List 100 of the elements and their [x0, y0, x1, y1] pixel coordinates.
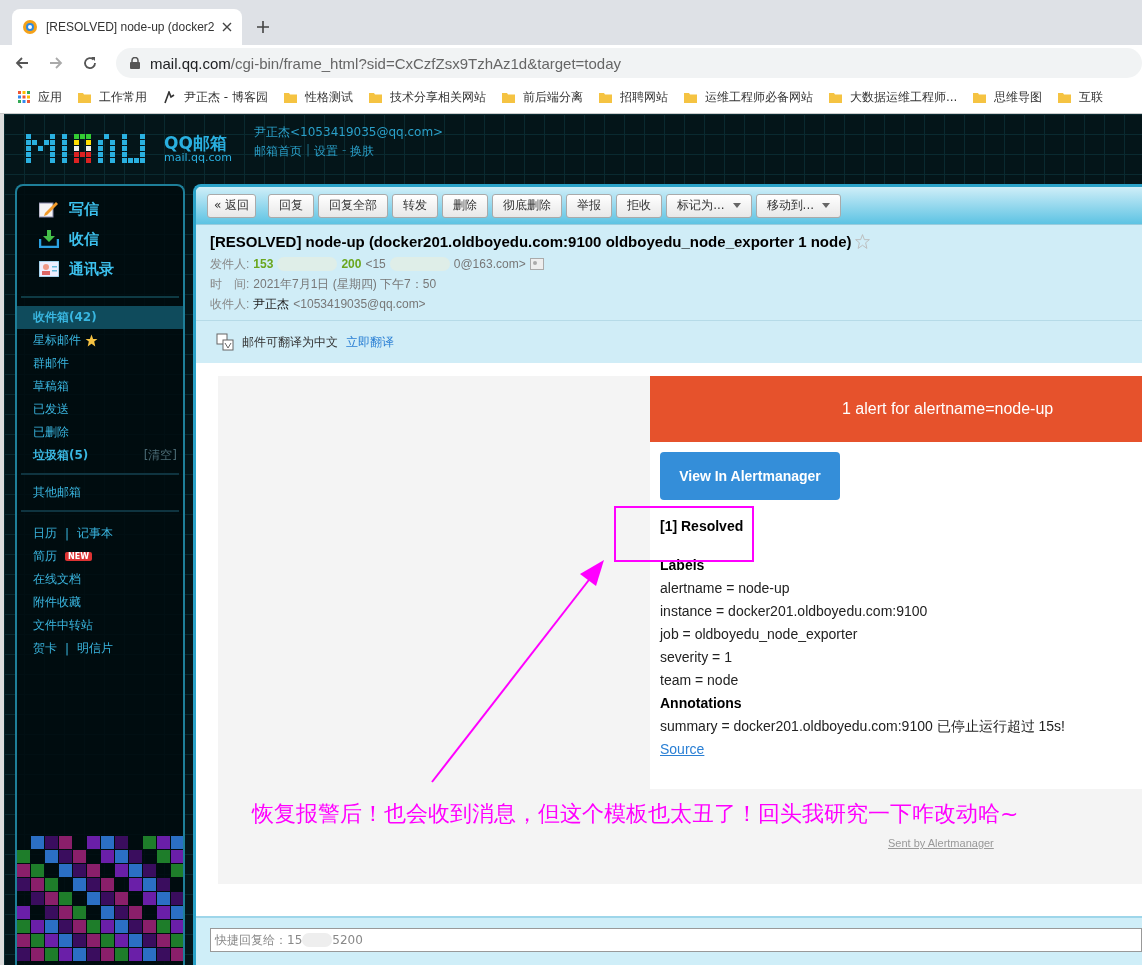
header-link[interactable]: 换肤: [350, 143, 375, 160]
toolbar-button[interactable]: 回复全部: [318, 193, 389, 218]
annotation-line: summary = docker201.oldboyedu.com:9100 已停止运行超过 15s!: [660, 717, 1066, 736]
sidebar-action[interactable]: 写信: [39, 194, 179, 224]
bookmark[interactable]: 工作常用: [78, 88, 147, 106]
folder-icon: [828, 90, 842, 104]
sidebar-action[interactable]: 收信: [39, 224, 179, 254]
bookmark[interactable]: 招聘网站: [598, 88, 668, 106]
sidebar-link[interactable]: 日历: [33, 525, 57, 542]
lock-icon: [130, 57, 140, 69]
address-bar[interactable]: mail.qq.com/cgi-bin/frame_html?sid=CxCzfZsx9TzhAz1d&target=today: [116, 48, 1142, 78]
reload-icon[interactable]: [82, 55, 98, 71]
toolbar-button[interactable]: 拒收: [616, 193, 663, 218]
header-separator: |: [306, 143, 311, 159]
recipient-name: 尹正杰: [253, 295, 290, 313]
brand-domain: mail.qq.com: [164, 152, 233, 164]
label-line: severity = 1: [660, 648, 733, 667]
new-badge: NEW: [65, 552, 92, 561]
toolbar-button[interactable]: « 返回: [207, 193, 257, 218]
alert-banner: 1 alert for alertname=node-up: [650, 376, 1142, 442]
folder-item[interactable]: 草稿箱: [17, 375, 183, 398]
header-separator: -: [342, 143, 347, 159]
sidebar-link[interactable]: 记事本: [77, 525, 114, 542]
url-text: mail.qq.com/cgi-bin/frame_html?sid=CxCzfZsx9TzhAz1d&target=today: [150, 54, 622, 72]
folder-item[interactable]: 星标邮件: [17, 329, 183, 352]
site-logo-icon: [163, 90, 176, 104]
folder-icon: [1058, 90, 1072, 104]
bookmark[interactable]: 运维工程师必备网站: [683, 88, 813, 106]
label-line: team = node: [660, 671, 740, 690]
bookmark[interactable]: 思维导图: [973, 88, 1043, 106]
folder-item[interactable]: 已发送: [17, 398, 183, 421]
star-outline-icon[interactable]: [854, 234, 870, 249]
toolbar-button[interactable]: 回复: [268, 193, 315, 218]
back-icon[interactable]: [14, 55, 30, 71]
message-subject: [RESOLVED] node-up (docker201.oldboyedu.com:9100 oldboyedu_node_exporter 1 node): [210, 233, 852, 250]
source-link[interactable]: Source: [660, 741, 705, 757]
folder-icon: [973, 90, 987, 104]
folder-icon: [78, 90, 91, 104]
sidebar-link[interactable]: 简历: [33, 548, 57, 565]
sidebar-link[interactable]: 贺卡: [33, 640, 57, 657]
alert-status: [1] Resolved: [660, 518, 745, 534]
apps-grid-icon: [18, 91, 30, 103]
empty-trash-link[interactable]: [清空]: [143, 447, 177, 464]
annotation-caption: 恢复报警后！也会收到消息，但这个模板也太丑了！回头我研究一下咋改动哈~: [252, 800, 1019, 828]
field-label: 收件人:: [210, 295, 250, 313]
sidebar-link[interactable]: 在线文档: [33, 571, 81, 588]
bookmark[interactable]: 互联: [1058, 88, 1104, 106]
header-link[interactable]: 邮箱首页: [254, 143, 303, 160]
link-separator: |: [65, 526, 70, 541]
sidebar-link[interactable]: 附件收藏: [33, 594, 81, 611]
tab-title: [RESOLVED] node-up (docker2: [46, 20, 214, 34]
sidebar-link[interactable]: 文件中转站: [33, 617, 93, 634]
quick-reply-field[interactable]: 快捷回复给：15 5200: [210, 928, 1142, 952]
mail-favicon-icon: [22, 19, 38, 35]
other-mailbox-link[interactable]: 其他邮箱: [17, 481, 183, 504]
contact-card-icon: [39, 261, 59, 277]
header-link[interactable]: 设置: [314, 143, 339, 160]
folder-item[interactable]: 群邮件: [17, 352, 183, 375]
label-line: instance = docker201.oldboyedu.com:9100: [660, 602, 929, 621]
sidebar-action[interactable]: 通讯录: [39, 254, 179, 284]
folder-item[interactable]: 已删除: [17, 421, 183, 444]
folder-icon: [683, 90, 697, 104]
bookmark[interactable]: 技术分享相关网站: [368, 88, 486, 106]
folder-icon: [501, 90, 515, 104]
toolbar-button[interactable]: 转发: [392, 193, 439, 218]
toolbar-button[interactable]: 删除: [442, 193, 489, 218]
brand-name: QQ邮箱: [164, 134, 227, 152]
translate-link[interactable]: 立即翻译: [346, 333, 394, 351]
browser-tab[interactable]: [RESOLVED] node-up (docker2: [12, 9, 242, 45]
annotations-heading: Annotations: [660, 694, 743, 713]
sender-name: 153: [253, 257, 274, 271]
toolbar-button[interactable]: 举报: [566, 193, 613, 218]
field-label: 时 间:: [210, 275, 250, 293]
folder-item[interactable]: 垃圾箱(5) [清空]: [17, 444, 183, 467]
toolbar-button[interactable]: 移动到...: [755, 193, 842, 218]
label-line: job = oldboyedu_node_exporter: [660, 625, 859, 644]
bookmark[interactable]: 性格测试: [283, 88, 353, 106]
close-icon[interactable]: [222, 22, 232, 32]
toolbar-button[interactable]: 标记为...: [666, 193, 752, 218]
translate-note: 邮件可翻译为中文: [242, 333, 338, 351]
folder-item[interactable]: 收件箱(42): [17, 306, 183, 329]
sender-email: 0@163.com>: [453, 257, 526, 271]
pencil-icon: [39, 200, 59, 218]
sender-email: <15: [365, 257, 386, 271]
sent-time: 2021年7月1日 (星期四) 下午7：50: [253, 275, 437, 293]
bookmark[interactable]: 尹正杰 - 博客园: [163, 88, 268, 106]
folder-icon: [283, 90, 297, 104]
field-label: 发件人:: [210, 255, 250, 273]
bookmark[interactable]: 前后端分离: [501, 88, 583, 106]
new-tab-icon[interactable]: [256, 20, 270, 34]
bookmark[interactable]: 大数据运维工程师...: [828, 88, 958, 106]
sidebar-link[interactable]: 明信片: [77, 640, 114, 657]
sender-name: 200: [341, 257, 362, 271]
toolbar-button[interactable]: 彻底删除: [492, 193, 563, 218]
link-separator: |: [65, 641, 70, 656]
recipient-email: <1053419035@qq.com>: [293, 297, 426, 311]
bookmark[interactable]: 应用: [18, 88, 62, 106]
label-line: alertname = node-up: [660, 579, 791, 598]
download-tray-icon: [39, 230, 59, 248]
folder-icon: [598, 90, 612, 104]
